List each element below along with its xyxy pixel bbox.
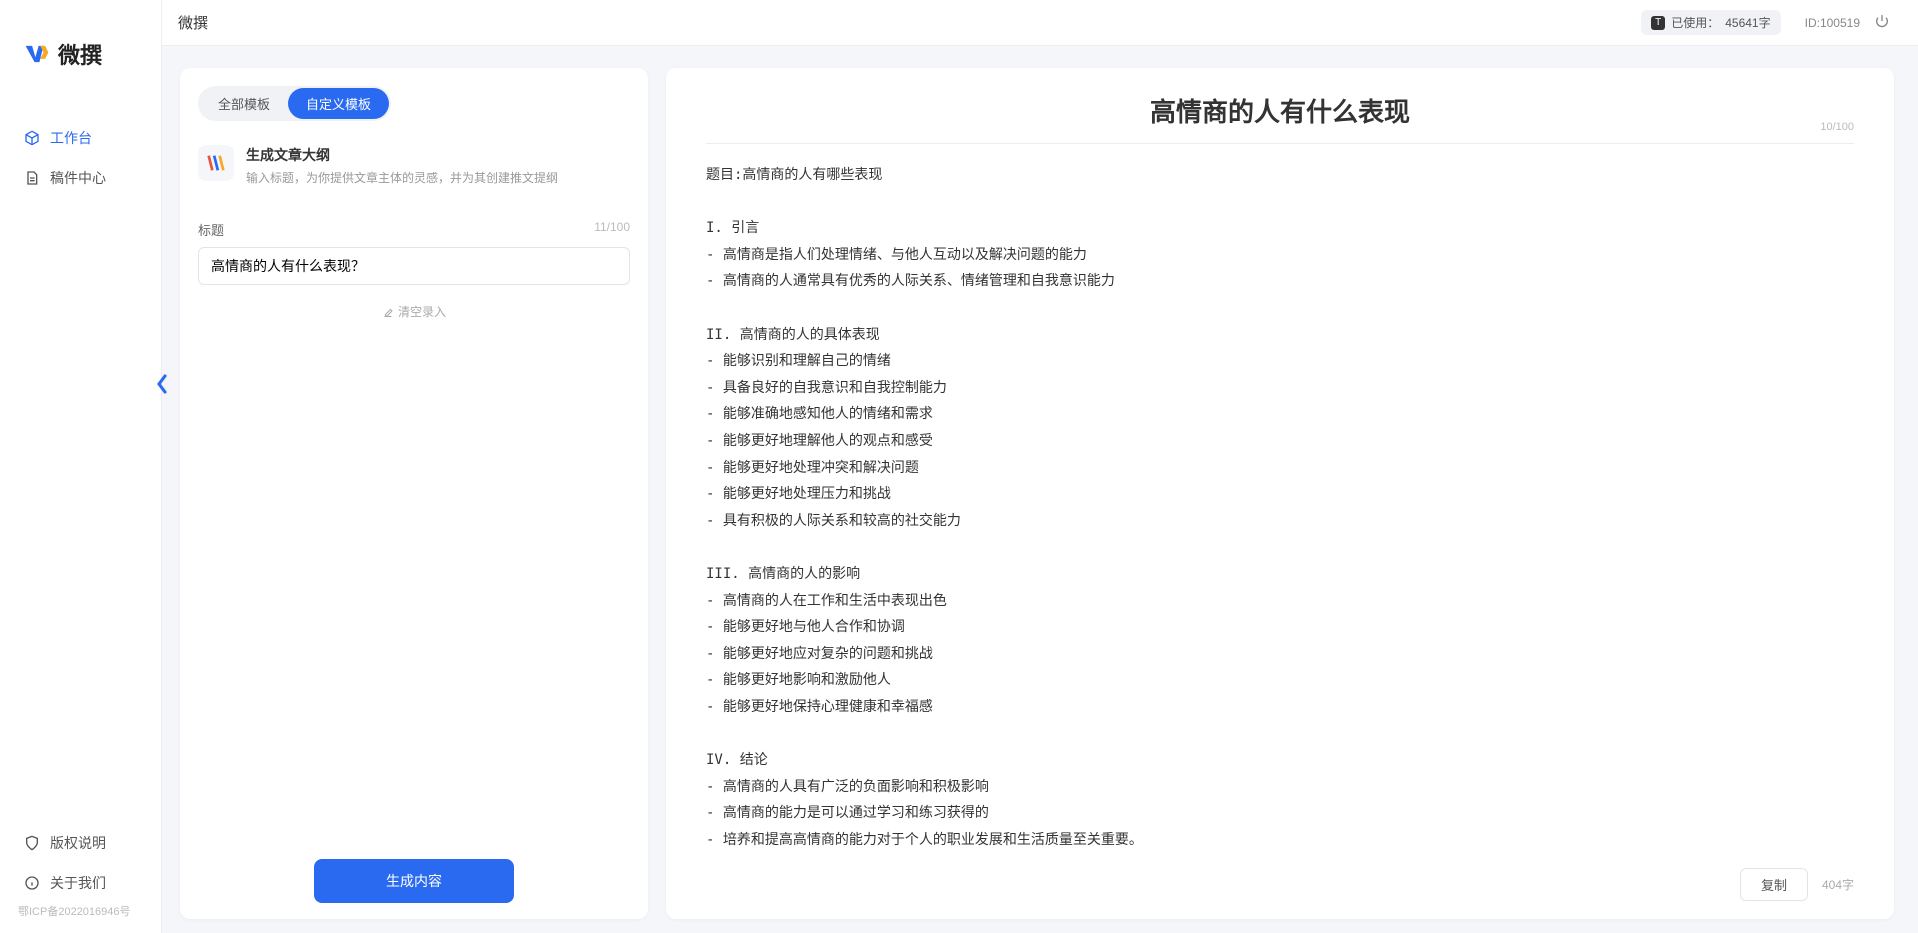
nav-label: 版权说明 [50,833,106,853]
template-card: 生成文章大纲 输入标题，为你提供文章主体的灵感，并为其创建推文提纲 [198,145,630,186]
nav-item-workspace[interactable]: 工作台 [0,118,161,158]
user-id: ID:100519 [1805,16,1860,30]
output-title: 高情商的人有什么表现 [706,92,1854,129]
output-panel: 高情商的人有什么表现 10/100 题目:高情商的人有哪些表现 I. 引言 - … [666,68,1894,919]
eraser-icon [382,306,394,318]
clear-input-button[interactable]: 清空录入 [198,303,630,320]
info-icon [24,875,40,891]
power-icon[interactable] [1874,13,1890,32]
template-subtitle: 输入标题，为你提供文章主体的灵感，并为其创建推文提纲 [246,169,558,186]
title-field-block: 标题 11/100 [198,220,630,285]
cube-icon [24,130,40,146]
nav-label: 工作台 [50,128,92,148]
token-icon: T [1651,16,1665,30]
content: 全部模板 自定义模板 生成文章大纲 输入标题，为你提供文章主体的灵感，并为其创建… [162,46,1918,933]
field-label: 标题 [198,220,224,239]
main-area: 微撰 T 已使用： 45641字 ID:100519 全部模板 自定义模板 [162,0,1918,933]
logo: 微撰 [0,0,161,90]
input-panel: 全部模板 自定义模板 生成文章大纲 输入标题，为你提供文章主体的灵感，并为其创建… [180,68,648,919]
word-count: 404字 [1822,876,1854,893]
page-title: 微撰 [178,12,208,33]
template-tabs: 全部模板 自定义模板 [198,86,391,121]
bottom-nav: 版权说明 关于我们 鄂ICP备2022016946号 [0,823,161,933]
nav-label: 稿件中心 [50,168,106,188]
nav-item-drafts[interactable]: 稿件中心 [0,158,161,198]
template-title: 生成文章大纲 [246,145,558,165]
icp-text: 鄂ICP备2022016946号 [0,903,161,925]
topbar: 微撰 T 已使用： 45641字 ID:100519 [162,0,1918,46]
output-body: 题目:高情商的人有哪些表现 I. 引言 - 高情商是指人们处理情绪、与他人互动以… [706,162,1854,854]
document-icon [24,170,40,186]
nav-item-copyright[interactable]: 版权说明 [0,823,161,863]
template-icon [198,145,234,181]
tab-custom-templates[interactable]: 自定义模板 [288,88,389,119]
field-counter: 11/100 [594,220,630,239]
nav-item-about[interactable]: 关于我们 [0,863,161,903]
main-nav: 工作台 稿件中心 [0,90,161,823]
tab-all-templates[interactable]: 全部模板 [200,88,288,119]
usage-value: 45641字 [1725,14,1770,31]
sidebar-collapse-handle[interactable] [153,370,171,398]
usage-badge: T 已使用： 45641字 [1641,10,1780,35]
shield-icon [24,835,40,851]
logo-text: 微撰 [58,38,102,70]
output-footer: 复制 404字 [706,854,1854,901]
generate-button[interactable]: 生成内容 [314,859,514,903]
title-input[interactable] [198,247,630,285]
logo-icon [24,41,50,67]
title-counter: 10/100 [1820,121,1854,133]
output-title-wrap: 高情商的人有什么表现 10/100 [706,92,1854,144]
sidebar: 微撰 工作台 稿件中心 版权 [0,0,162,933]
usage-label: 已使用： [1671,14,1719,31]
copy-button[interactable]: 复制 [1740,868,1808,901]
nav-label: 关于我们 [50,873,106,893]
